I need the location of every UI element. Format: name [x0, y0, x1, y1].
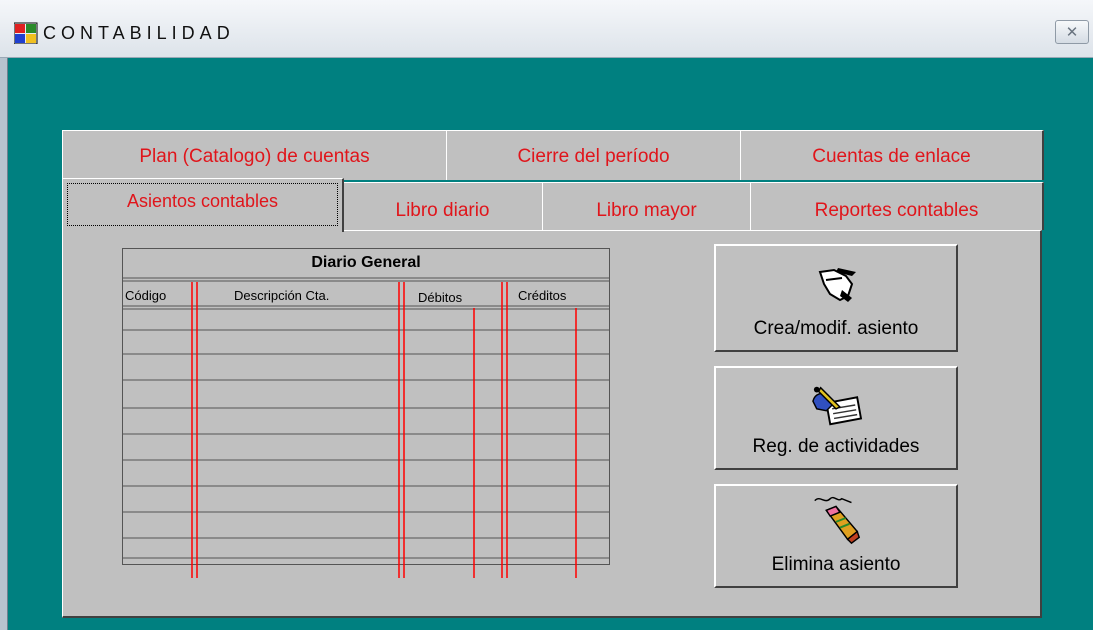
tab-label: Libro diario [395, 200, 490, 221]
crea-modif-asiento-button[interactable]: Crea/modif. asiento [714, 244, 958, 352]
column-header-codigo: Código [125, 288, 167, 303]
tab-cierre-periodo[interactable]: Cierre del período [446, 130, 742, 180]
journal-title: Diario General [311, 254, 421, 271]
column-header-creditos: Créditos [518, 288, 567, 303]
button-label: Reg. de actividades [752, 436, 920, 457]
reg-actividades-button[interactable]: Reg. de actividades [714, 366, 958, 470]
tab-label: Reportes contables [814, 200, 979, 221]
window-title: CONTABILIDAD [43, 23, 235, 43]
elimina-asiento-button[interactable]: Elimina asiento [714, 484, 958, 588]
tab-asientos-contables[interactable]: Asientos contables [62, 178, 344, 232]
writing-pad-icon [812, 386, 863, 426]
eraser-pencil-icon [814, 496, 861, 545]
journal-ledger[interactable]: Diario General Código Descripción Cta. D… [122, 248, 610, 578]
app-icon [14, 22, 38, 44]
window-left-border [0, 58, 8, 630]
tab-libro-mayor[interactable]: Libro mayor [542, 182, 752, 230]
tab-label: Asientos contables [126, 191, 279, 211]
tab-cuentas-enlace[interactable]: Cuentas de enlace [740, 130, 1044, 180]
tab-label: Plan (Catalogo) de cuentas [139, 146, 370, 167]
button-label: Crea/modif. asiento [753, 318, 919, 339]
tab-plan-cuentas[interactable]: Plan (Catalogo) de cuentas [62, 130, 448, 180]
column-header-debitos: Débitos [418, 290, 463, 305]
tab-libro-diario[interactable]: Libro diario [342, 182, 544, 230]
tab-label: Cuentas de enlace [812, 146, 971, 167]
close-button[interactable]: ✕ [1055, 20, 1089, 44]
column-header-descripcion: Descripción Cta. [234, 288, 330, 303]
close-icon: ✕ [1065, 24, 1079, 41]
title-bar[interactable]: CONTABILIDAD ✕ [0, 0, 1093, 58]
hand-pen-icon [818, 268, 856, 302]
tab-reportes-contables[interactable]: Reportes contables [750, 182, 1044, 230]
tab-label: Cierre del período [517, 146, 670, 167]
button-label: Elimina asiento [771, 554, 901, 575]
tab-label: Libro mayor [596, 200, 697, 221]
